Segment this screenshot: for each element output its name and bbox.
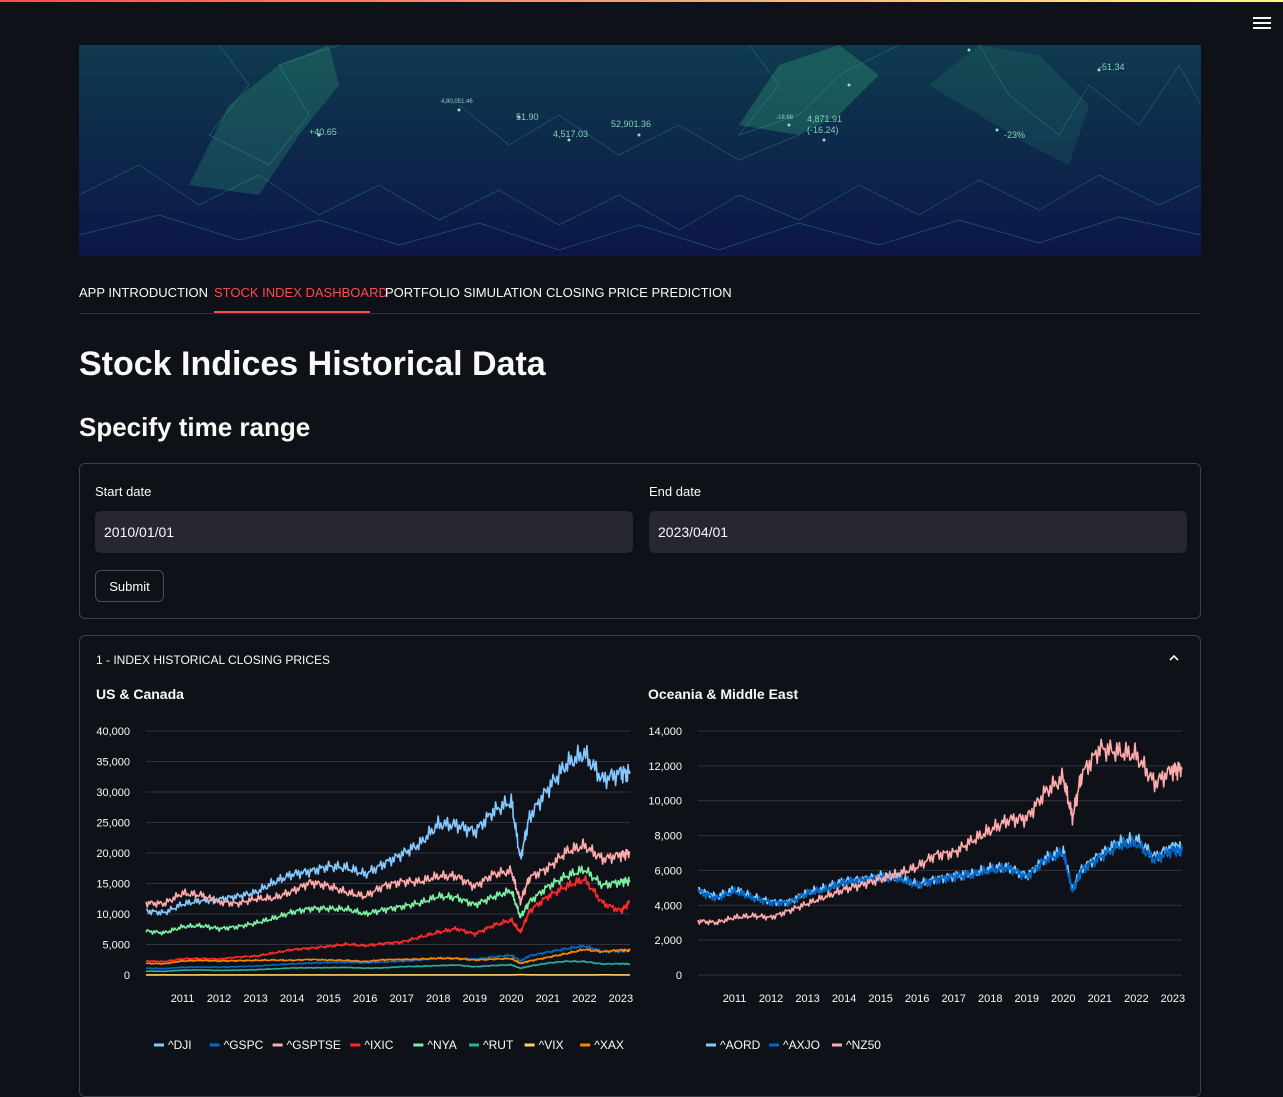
banner-number: 4,517.03 xyxy=(553,129,588,139)
banner-number: -23% xyxy=(1004,130,1025,140)
legend-item: ^AXJO xyxy=(783,1038,820,1052)
legend-item: ^GSPTSE xyxy=(287,1038,341,1052)
y-tick-label: 0 xyxy=(124,970,130,982)
y-tick-label: 10,000 xyxy=(648,796,682,808)
start-date-input[interactable]: 2010/01/01 xyxy=(95,511,633,553)
end-date-input[interactable]: 2023/04/01 xyxy=(649,511,1187,553)
chevron-up-icon[interactable] xyxy=(1166,650,1182,666)
x-tick-label: 2017 xyxy=(941,993,965,1005)
x-tick-label: 2018 xyxy=(426,993,450,1005)
expander-header[interactable]: 1 - INDEX HISTORICAL CLOSING PRICES xyxy=(96,653,330,667)
hamburger-menu-icon[interactable] xyxy=(1253,14,1271,30)
x-tick-label: 2019 xyxy=(463,993,487,1005)
x-tick-label: 2011 xyxy=(723,993,747,1005)
series-line-nz50 xyxy=(698,739,1182,924)
banner-number: (-16.24) xyxy=(807,125,839,135)
banner-number: -18.68 xyxy=(776,115,794,121)
y-tick-label: 30,000 xyxy=(96,787,130,799)
series-line-aord xyxy=(698,833,1182,906)
time-range-form: Start date 2010/01/01 End date 2023/04/0… xyxy=(79,463,1201,619)
start-date-label: Start date xyxy=(95,484,151,499)
active-tab-indicator xyxy=(214,311,370,313)
x-tick-label: 2016 xyxy=(353,993,377,1005)
x-tick-label: 2023 xyxy=(609,993,633,1005)
y-tick-label: 0 xyxy=(676,970,682,982)
legend-item: ^NYA xyxy=(427,1038,456,1052)
x-tick-label: 2015 xyxy=(316,993,340,1005)
banner-number: -51.34 xyxy=(1099,62,1125,72)
y-tick-label: 14,000 xyxy=(648,726,682,738)
submit-button[interactable]: Submit xyxy=(95,570,164,602)
banner-number: 51.90 xyxy=(516,112,539,122)
x-tick-label: 2014 xyxy=(280,993,304,1005)
tab-bar: APP INTRODUCTION STOCK INDEX DASHBOARD P… xyxy=(79,282,1201,314)
x-tick-label: 2021 xyxy=(1088,993,1112,1005)
x-tick-label: 2011 xyxy=(171,993,195,1005)
series-line-gsptse xyxy=(146,839,630,907)
series-line-gspc xyxy=(146,945,630,969)
banner-number: 4,80,051.46 xyxy=(441,99,473,105)
x-tick-label: 2022 xyxy=(572,993,596,1005)
series-line-axjo xyxy=(698,837,1182,907)
legend-item: ^VIX xyxy=(539,1038,564,1052)
y-tick-label: 20,000 xyxy=(96,848,130,860)
x-tick-label: 2021 xyxy=(536,993,560,1005)
y-tick-label: 40,000 xyxy=(96,726,130,738)
tab-stock-index-dashboard[interactable]: STOCK INDEX DASHBOARD xyxy=(214,285,388,300)
tab-app-introduction[interactable]: APP INTRODUCTION xyxy=(79,285,208,300)
chart-title-us-canada: US & Canada xyxy=(96,686,184,702)
x-tick-label: 2019 xyxy=(1015,993,1039,1005)
end-date-label: End date xyxy=(649,484,701,499)
legend-item: ^XAX xyxy=(594,1038,624,1052)
x-tick-label: 2013 xyxy=(795,993,819,1005)
x-tick-label: 2014 xyxy=(832,993,856,1005)
x-tick-label: 2020 xyxy=(1051,993,1075,1005)
oceania-middle-east-chart: 0 2,000 4,000 6,000 8,000 10,000 12,000 14,000 2… xyxy=(632,716,1192,1056)
x-tick-label: 2012 xyxy=(759,993,783,1005)
y-tick-label: 15,000 xyxy=(96,879,130,891)
banner-network-graphic: +40.65 51.90 4,517.03 52,901.36 4,871.91… xyxy=(79,45,1201,256)
legend-item: ^IXIC xyxy=(364,1038,393,1052)
y-tick-label: 12,000 xyxy=(648,761,682,773)
x-tick-label: 2017 xyxy=(389,993,413,1005)
us-canada-chart: 0 5,000 10,000 15,000 20,000 25,000 30,000 35,0… xyxy=(80,716,640,1056)
x-tick-label: 2015 xyxy=(868,993,892,1005)
tab-closing-price-prediction[interactable]: CLOSING PRICE PREDICTION xyxy=(546,285,732,300)
x-tick-label: 2018 xyxy=(978,993,1002,1005)
y-tick-label: 5,000 xyxy=(102,940,130,952)
chart-title-oceania-middle-east: Oceania & Middle East xyxy=(648,686,798,702)
top-decoration-bar xyxy=(0,0,1283,2)
legend-item: ^GSPC xyxy=(224,1038,264,1052)
x-tick-label: 2013 xyxy=(243,993,267,1005)
x-tick-label: 2016 xyxy=(905,993,929,1005)
x-tick-label: 2012 xyxy=(207,993,231,1005)
legend-item: ^AORD xyxy=(720,1038,761,1052)
banner-image: +40.65 51.90 4,517.03 52,901.36 4,871.91… xyxy=(79,45,1201,256)
banner-number: 52,901.36 xyxy=(611,119,651,129)
legend-item: ^NZ50 xyxy=(846,1038,881,1052)
y-tick-label: 4,000 xyxy=(654,900,682,912)
tab-portfolio-simulation[interactable]: PORTFOLIO SIMULATION xyxy=(385,285,542,300)
y-tick-label: 25,000 xyxy=(96,818,130,830)
page-title: Stock Indices Historical Data xyxy=(79,345,546,384)
y-tick-label: 2,000 xyxy=(654,935,682,947)
y-tick-label: 10,000 xyxy=(96,909,130,921)
section-title: Specify time range xyxy=(79,412,310,443)
legend-item: ^RUT xyxy=(483,1038,514,1052)
x-tick-label: 2023 xyxy=(1161,993,1185,1005)
y-tick-label: 6,000 xyxy=(654,865,682,877)
banner-number: 4,871.91 xyxy=(807,114,842,124)
x-tick-label: 2020 xyxy=(499,993,523,1005)
legend-item: ^DJI xyxy=(168,1038,192,1052)
y-tick-label: 8,000 xyxy=(654,831,682,843)
y-tick-label: 35,000 xyxy=(96,757,130,769)
banner-number: +40.65 xyxy=(309,127,337,137)
closing-prices-expander: 1 - INDEX HISTORICAL CLOSING PRICES US &… xyxy=(79,635,1201,1097)
x-tick-label: 2022 xyxy=(1124,993,1148,1005)
